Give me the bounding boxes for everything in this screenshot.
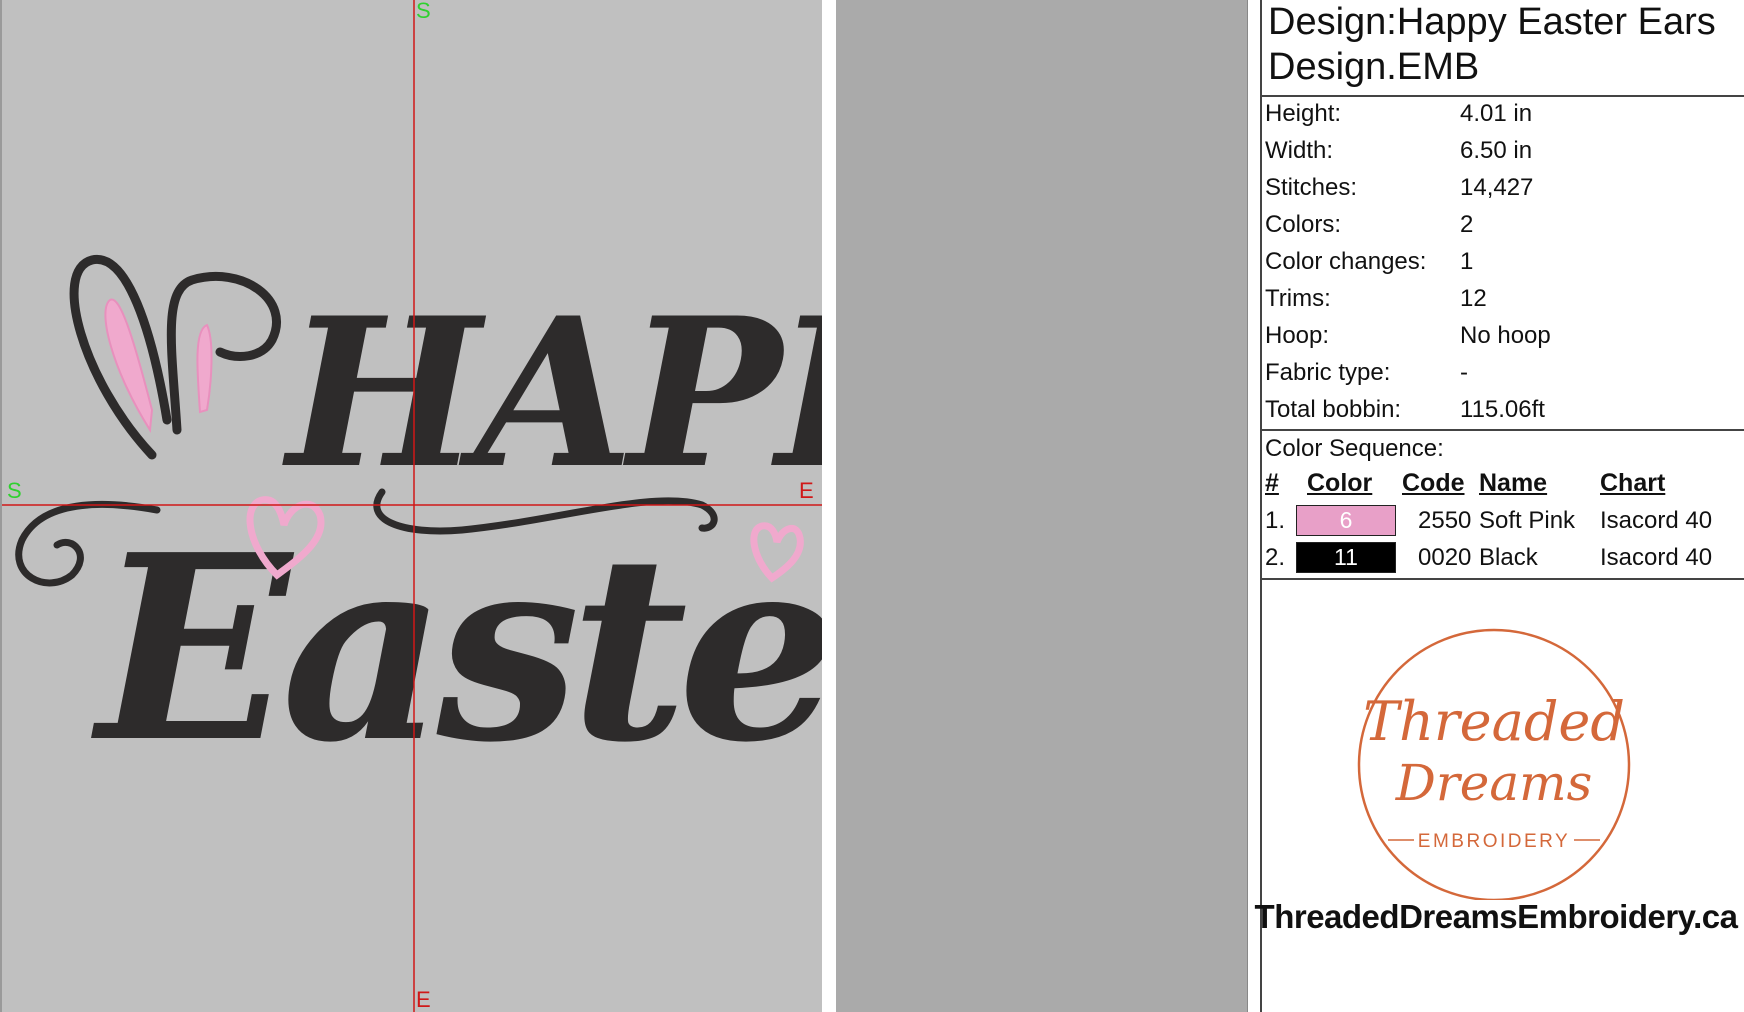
property-fabric-type: Fabric type: - bbox=[1265, 354, 1735, 391]
marker-right-end: E bbox=[799, 478, 814, 503]
design-title: Design:Happy Easter Ears Design.EMB bbox=[1268, 1, 1716, 88]
property-stitches: Stitches: 14,427 bbox=[1265, 169, 1735, 206]
property-colors: Colors: 2 bbox=[1265, 206, 1735, 243]
column-header-color: Color bbox=[1307, 469, 1373, 497]
marker-top-start: S bbox=[416, 0, 431, 23]
color-swatch: 6 bbox=[1296, 505, 1396, 536]
color-sequence-title: Color Sequence: bbox=[1265, 435, 1444, 462]
thread-code: 2550 bbox=[1418, 507, 1472, 534]
marker-bottom-end: E bbox=[416, 987, 431, 1012]
design-info-panel: Design:Happy Easter Ears Design.EMB Heig… bbox=[1248, 0, 1744, 1012]
property-label: Stitches: bbox=[1265, 174, 1358, 201]
property-value: 12 bbox=[1460, 285, 1487, 312]
embroidery-preview: HAPPY Easter bbox=[2, 0, 822, 1012]
property-label: Colors: bbox=[1265, 211, 1342, 238]
column-header-num: # bbox=[1265, 469, 1279, 497]
property-value: - bbox=[1460, 359, 1468, 386]
marker-left-start: S bbox=[7, 478, 22, 503]
thread-chart: Isacord 40 bbox=[1600, 544, 1713, 571]
logo-text-embroidery: EMBROIDERY bbox=[1418, 831, 1570, 852]
sequence-number: 1. bbox=[1265, 507, 1286, 534]
thread-chart: Isacord 40 bbox=[1600, 507, 1713, 534]
property-value: 4.01 in bbox=[1460, 100, 1533, 127]
property-value: 1 bbox=[1460, 248, 1474, 275]
sequence-number: 2. bbox=[1265, 544, 1286, 571]
property-total-bobbin: Total bobbin: 115.06ft bbox=[1265, 391, 1735, 428]
property-value: 2 bbox=[1460, 211, 1474, 238]
property-label: Hoop: bbox=[1265, 322, 1330, 349]
design-word-happy: HAPPY bbox=[282, 274, 822, 514]
column-header-name: Name bbox=[1479, 469, 1548, 497]
property-label: Fabric type: bbox=[1265, 359, 1391, 386]
bunny-ears bbox=[69, 255, 281, 460]
column-header-code: Code bbox=[1402, 469, 1465, 497]
empty-workspace bbox=[836, 0, 1248, 1012]
property-color-changes: Color changes: 1 bbox=[1265, 243, 1735, 280]
logo-text-dreams: Dreams bbox=[1395, 754, 1592, 812]
column-header-chart: Chart bbox=[1600, 469, 1666, 497]
property-trims: Trims: 12 bbox=[1265, 280, 1735, 317]
color-sequence-row: 2. 11 0020 Black Isacord 40 bbox=[1248, 539, 1744, 576]
property-value: 6.50 in bbox=[1460, 137, 1533, 164]
property-label: Width: bbox=[1265, 137, 1334, 164]
color-sequence-row: 1. 6 2550 Soft Pink Isacord 40 bbox=[1248, 502, 1744, 539]
design-word-easter: Easter bbox=[91, 500, 822, 799]
property-label: Total bobbin: bbox=[1265, 396, 1402, 423]
property-width: Width: 6.50 in bbox=[1265, 132, 1735, 169]
property-value: 14,427 bbox=[1460, 174, 1534, 201]
thread-name: Black bbox=[1479, 544, 1538, 571]
color-swatch: 11 bbox=[1296, 542, 1396, 573]
threaded-dreams-logo: Threaded Dreams EMBROIDERY bbox=[1357, 628, 1631, 900]
property-value: 115.06ft bbox=[1460, 396, 1545, 423]
thread-name: Soft Pink bbox=[1479, 507, 1576, 534]
property-label: Trims: bbox=[1265, 285, 1331, 312]
property-height: Height: 4.01 in bbox=[1265, 95, 1735, 132]
property-value: No hoop bbox=[1460, 322, 1551, 349]
thread-code: 0020 bbox=[1418, 544, 1472, 571]
property-label: Height: bbox=[1265, 100, 1342, 127]
property-label: Color changes: bbox=[1265, 248, 1427, 275]
design-canvas[interactable]: HAPPY Easter S E S E bbox=[0, 0, 822, 1012]
pane-divider bbox=[822, 0, 836, 1012]
divider bbox=[1260, 578, 1744, 580]
website-url: ThreadedDreamsEmbroidery.ca bbox=[1254, 898, 1738, 935]
logo-text-threaded: Threaded bbox=[1363, 690, 1625, 753]
property-hoop: Hoop: No hoop bbox=[1265, 317, 1735, 354]
